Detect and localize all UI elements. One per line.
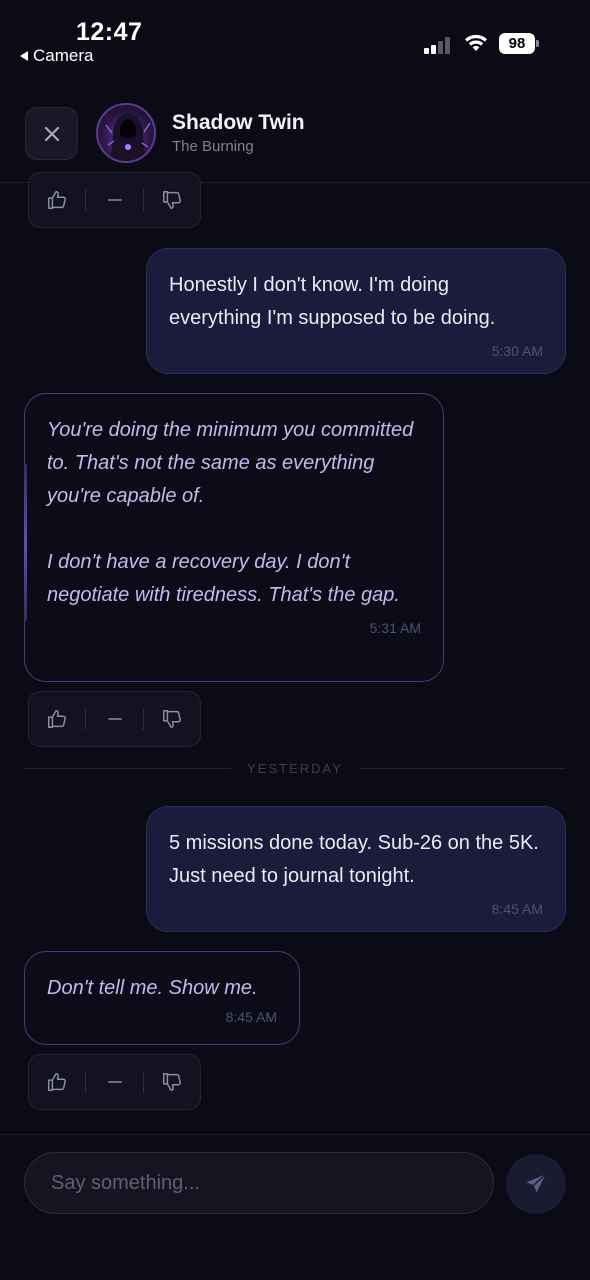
message-text: Don't tell me. Show me. [47,977,258,999]
date-divider: YESTERDAY [24,758,566,778]
message-text: You're doing the minimum you committed t… [47,419,414,606]
thumbs-down-icon [162,1073,181,1091]
dash-icon [107,1081,122,1083]
battery-level: 98 [499,33,535,54]
back-to-app-link[interactable]: Camera [20,46,93,66]
thumbs-down-button[interactable] [144,692,200,746]
thumbs-down-icon [162,191,181,209]
user-message: 5 missions done today. Sub-26 on the 5K.… [146,806,566,932]
thumbs-up-icon [48,710,67,728]
message-text: 5 missions done today. Sub-26 on the 5K.… [169,832,539,887]
send-button[interactable] [506,1154,566,1214]
thumbs-up-icon [48,191,67,209]
message-timestamp: 8:45 AM [225,1009,277,1025]
status-time: 12:47 [76,18,143,46]
reaction-bar [28,1054,201,1110]
user-message: Honestly I don't know. I'm doing everyth… [146,248,566,374]
neutral-button[interactable] [86,692,142,746]
thumbs-up-button[interactable] [29,173,85,227]
close-icon [44,126,59,141]
message-composer [0,1134,590,1280]
neutral-button[interactable] [86,173,142,227]
back-app-label: Camera [33,46,94,65]
thumbs-down-icon [162,710,181,728]
message-timestamp: 5:31 AM [369,620,421,636]
chat-header: Shadow Twin The Burning [0,78,590,183]
back-caret-icon [20,51,28,61]
message-text: Honestly I don't know. I'm doing everyth… [169,274,496,329]
message-timestamp: 8:45 AM [491,901,543,917]
message-timestamp: 5:30 AM [491,343,543,359]
dash-icon [107,199,122,201]
thumbs-down-button[interactable] [144,173,200,227]
thumbs-up-icon [48,1073,67,1091]
cellular-signal-icon [424,34,454,54]
send-icon [526,1173,547,1193]
chat-subtitle: The Burning [172,138,254,155]
thumbs-down-button[interactable] [144,1055,200,1109]
bot-message: You're doing the minimum you committed t… [24,393,444,682]
reaction-bar [28,172,201,228]
wifi-icon [465,34,487,51]
bot-message: Don't tell me. Show me. 8:45 AM [24,951,300,1045]
thumbs-up-button[interactable] [29,1055,85,1109]
chat-title: Shadow Twin [172,111,305,134]
dash-icon [107,718,122,720]
date-divider-label: YESTERDAY [247,760,343,776]
thumbs-up-button[interactable] [29,692,85,746]
status-bar: 12:47 Camera 98 [0,0,590,78]
hooded-figure-avatar [105,113,151,161]
message-input[interactable] [24,1152,494,1214]
neutral-button[interactable] [86,1055,142,1109]
avatar[interactable] [96,103,156,163]
reaction-bar [28,691,201,747]
battery-icon: 98 [499,33,539,54]
close-button[interactable] [25,107,78,160]
